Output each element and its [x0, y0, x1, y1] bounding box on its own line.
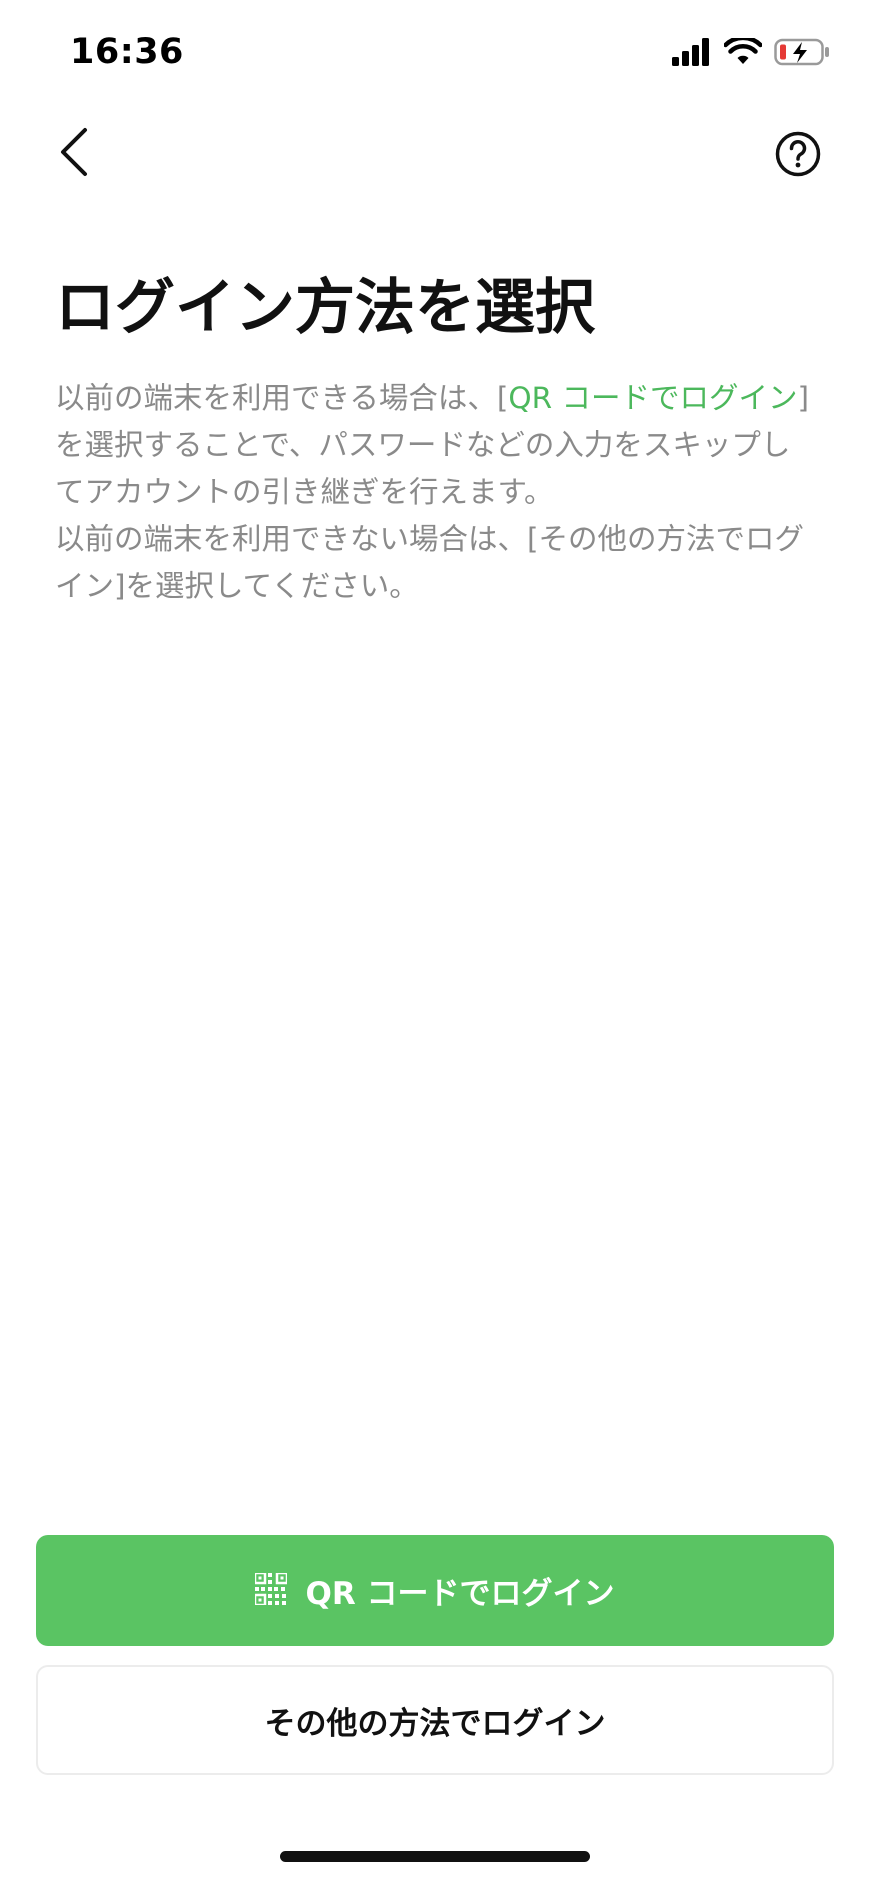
qr-login-button[interactable]: QR コードでログイン — [36, 1535, 834, 1646]
description-part-1: 以前の端末を利用できる場合は、[ — [55, 381, 509, 415]
status-icons — [672, 35, 830, 70]
cellular-signal-icon — [672, 38, 712, 70]
description-part-3: 以前の端末を利用できない場合は、[その他の方法でログイン]を選択してください。 — [55, 522, 805, 603]
page-title: ログイン方法を選択 — [55, 273, 595, 343]
status-bar: 16:36 — [0, 0, 870, 110]
navigation-bar — [0, 110, 870, 200]
other-login-button[interactable]: その他の方法でログイン — [36, 1665, 834, 1775]
question-circle-icon — [774, 130, 822, 182]
battery-charging-icon — [774, 38, 830, 70]
description-text: 以前の端末を利用できる場合は、[QR コードでログイン]を選択することで、パスワ… — [55, 375, 815, 610]
wifi-icon — [723, 35, 763, 70]
home-indicator — [280, 1851, 590, 1862]
chevron-left-icon — [57, 127, 91, 181]
help-button[interactable] — [770, 128, 826, 184]
back-button[interactable] — [44, 124, 104, 184]
other-login-button-label: その他の方法でログイン — [264, 1705, 606, 1742]
status-time: 16:36 — [70, 32, 184, 72]
qr-code-icon — [254, 1571, 289, 1608]
qr-login-button-label: QR コードでログイン — [305, 1576, 615, 1612]
qr-login-link[interactable]: QR コードでログイン — [508, 381, 797, 415]
